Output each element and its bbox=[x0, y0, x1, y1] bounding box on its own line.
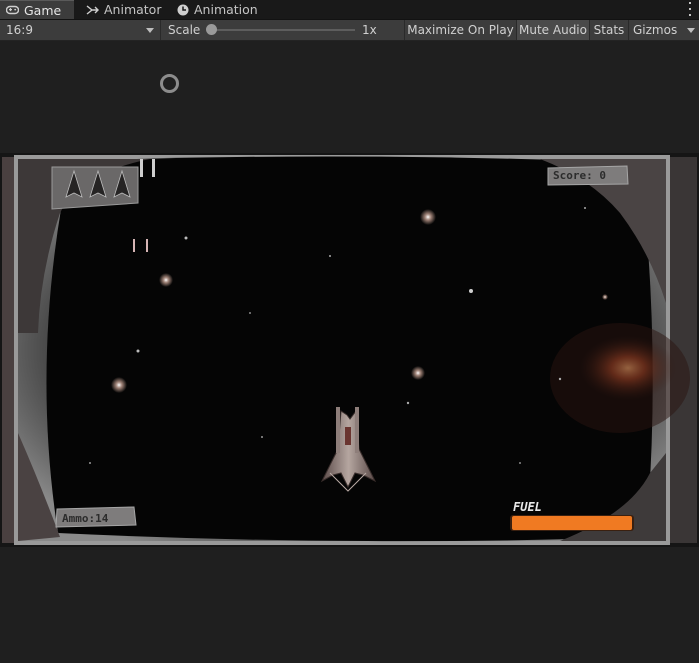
scale-slider-track[interactable] bbox=[212, 29, 355, 31]
tab-label: Animator bbox=[104, 2, 162, 17]
empty-viewport-area bbox=[0, 547, 699, 663]
tab-animation[interactable]: Animation bbox=[170, 0, 260, 19]
laser-bolt bbox=[152, 159, 155, 177]
animation-clock-icon bbox=[176, 3, 189, 16]
score-label: Score: 0 bbox=[553, 169, 606, 182]
laser-bolt bbox=[140, 159, 143, 177]
chevron-down-icon bbox=[687, 27, 695, 33]
fuel-bar-fill bbox=[512, 516, 632, 530]
laser-bolt bbox=[146, 239, 148, 252]
mute-audio-button[interactable]: Mute Audio bbox=[517, 20, 589, 40]
tab-animator[interactable]: Animator bbox=[80, 0, 170, 19]
aspect-ratio-dropdown[interactable]: 16:9 bbox=[0, 20, 160, 40]
gamepad-icon bbox=[6, 4, 19, 17]
more-options-icon[interactable] bbox=[687, 2, 693, 16]
nebula-haze bbox=[550, 323, 690, 433]
game-view-toolbar: 16:9 Scale 1x Maximize On Play Mute Audi… bbox=[0, 20, 699, 41]
tab-label: Animation bbox=[194, 2, 258, 17]
tab-label: Game bbox=[24, 2, 62, 18]
tab-strip: Game Animator Animation bbox=[0, 0, 699, 20]
gizmos-label: Gizmos bbox=[633, 23, 678, 37]
ammo-label: Ammo:14 bbox=[62, 512, 109, 525]
lives-ships bbox=[65, 169, 131, 198]
scale-value: 1x bbox=[362, 23, 377, 37]
laser-bolt bbox=[133, 239, 135, 252]
gizmos-dropdown[interactable]: Gizmos bbox=[629, 20, 699, 40]
stats-button[interactable]: Stats bbox=[590, 20, 628, 40]
scale-label: Scale bbox=[168, 23, 201, 37]
aspect-ratio-value: 16:9 bbox=[6, 23, 33, 37]
maximize-on-play-button[interactable]: Maximize On Play bbox=[405, 20, 516, 40]
game-scene bbox=[0, 153, 699, 547]
chevron-down-icon bbox=[146, 27, 154, 33]
scale-slider-handle[interactable] bbox=[206, 24, 217, 35]
fuel-label: FUEL bbox=[513, 500, 542, 514]
game-viewport[interactable]: Score: 0 Ammo:14 FUEL bbox=[0, 153, 699, 547]
loading-spinner-icon bbox=[160, 74, 179, 93]
tab-game[interactable]: Game bbox=[0, 0, 74, 19]
animator-icon bbox=[86, 3, 99, 16]
toolbar-divider bbox=[160, 20, 161, 40]
